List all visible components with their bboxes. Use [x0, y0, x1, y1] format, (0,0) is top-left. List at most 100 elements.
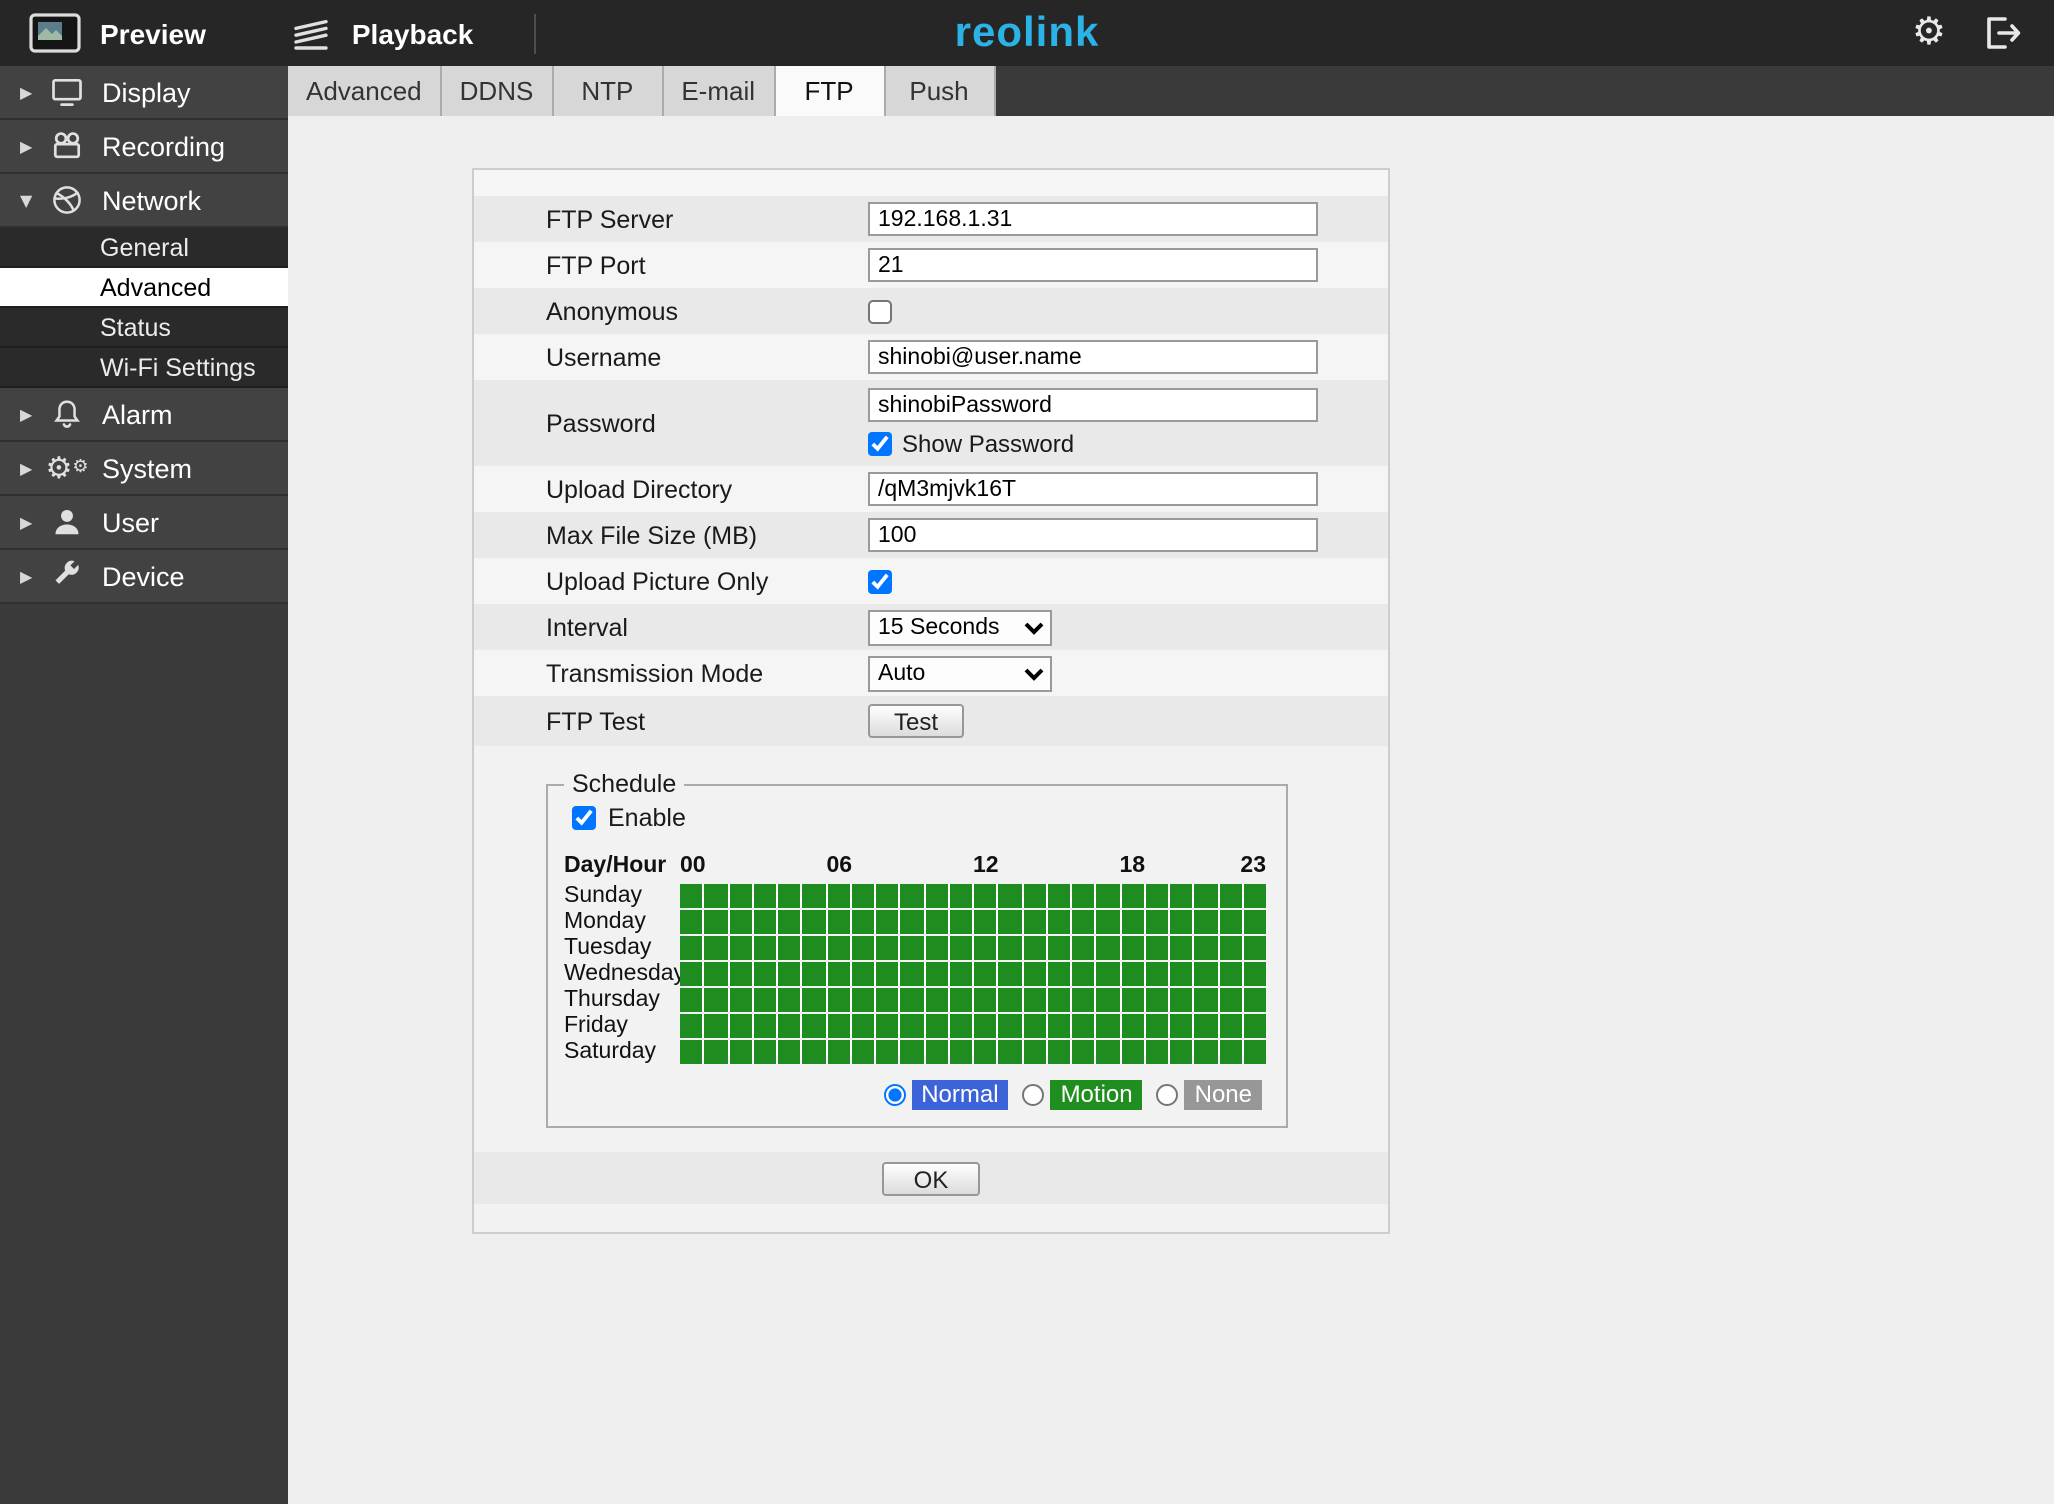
schedule-cell[interactable] [1243, 1014, 1266, 1038]
schedule-cell[interactable] [1219, 936, 1242, 960]
schedule-cell[interactable] [1023, 1014, 1046, 1038]
sidebar-item-alarm[interactable]: ▶ Alarm [0, 388, 288, 442]
schedule-cell[interactable] [1145, 962, 1168, 986]
schedule-cell[interactable] [1219, 910, 1242, 934]
show-password-toggle[interactable]: Show Password [868, 430, 1318, 458]
schedule-cell[interactable] [1096, 1014, 1119, 1038]
schedule-cell[interactable] [1145, 1040, 1168, 1064]
username-input[interactable] [868, 340, 1318, 374]
schedule-cell[interactable] [778, 936, 801, 960]
schedule-cell[interactable] [802, 936, 825, 960]
anonymous-checkbox[interactable] [868, 299, 892, 323]
schedule-cell[interactable] [876, 884, 899, 908]
sidebar-subitem-general[interactable]: General [0, 228, 288, 268]
schedule-cell[interactable] [974, 910, 997, 934]
mode-option-normal[interactable]: Normal [883, 1080, 1009, 1110]
schedule-cell[interactable] [802, 910, 825, 934]
schedule-cell[interactable] [704, 988, 727, 1012]
schedule-cell[interactable] [704, 1040, 727, 1064]
schedule-cell[interactable] [876, 988, 899, 1012]
logout-icon[interactable] [1982, 14, 2022, 52]
schedule-cell[interactable] [876, 1014, 899, 1038]
schedule-cell[interactable] [680, 1040, 703, 1064]
playback-nav-button[interactable]: Playback [290, 13, 473, 53]
schedule-cell[interactable] [778, 1014, 801, 1038]
schedule-cell[interactable] [827, 1014, 850, 1038]
mode-radio[interactable] [1156, 1084, 1179, 1106]
schedule-cell[interactable] [1170, 988, 1193, 1012]
schedule-cell[interactable] [925, 962, 948, 986]
schedule-cell[interactable] [778, 962, 801, 986]
schedule-cell[interactable] [827, 910, 850, 934]
schedule-cell[interactable] [729, 936, 752, 960]
schedule-cell[interactable] [998, 1014, 1021, 1038]
sidebar-item-network[interactable]: ▼ Network [0, 174, 288, 228]
schedule-cell[interactable] [974, 884, 997, 908]
schedule-cell[interactable] [1121, 962, 1144, 986]
schedule-cell[interactable] [1194, 884, 1217, 908]
schedule-cell[interactable] [1219, 988, 1242, 1012]
schedule-cell[interactable] [827, 936, 850, 960]
schedule-cell[interactable] [1121, 1040, 1144, 1064]
schedule-cell[interactable] [876, 962, 899, 986]
schedule-cell[interactable] [1194, 962, 1217, 986]
interval-select[interactable]: 15 Seconds [868, 609, 1052, 645]
schedule-cell[interactable] [1121, 910, 1144, 934]
schedule-enable-checkbox[interactable] [572, 806, 596, 830]
schedule-cell[interactable] [680, 988, 703, 1012]
schedule-cell[interactable] [1194, 988, 1217, 1012]
schedule-cell[interactable] [900, 1040, 923, 1064]
schedule-cell[interactable] [949, 884, 972, 908]
schedule-cell[interactable] [1023, 910, 1046, 934]
schedule-cell[interactable] [753, 988, 776, 1012]
ok-button[interactable]: OK [881, 1161, 981, 1195]
schedule-cell[interactable] [1145, 884, 1168, 908]
schedule-cell[interactable] [827, 962, 850, 986]
schedule-cell[interactable] [851, 910, 874, 934]
schedule-cell[interactable] [974, 962, 997, 986]
schedule-cell[interactable] [753, 1040, 776, 1064]
schedule-cell[interactable] [1072, 962, 1095, 986]
schedule-cell[interactable] [1219, 962, 1242, 986]
gear-icon[interactable]: ⚙ [1912, 13, 1946, 52]
schedule-cell[interactable] [949, 1014, 972, 1038]
schedule-cell[interactable] [851, 1014, 874, 1038]
schedule-cell[interactable] [729, 988, 752, 1012]
schedule-cell[interactable] [851, 988, 874, 1012]
schedule-cell[interactable] [1170, 884, 1193, 908]
schedule-cell[interactable] [1023, 988, 1046, 1012]
schedule-cell[interactable] [998, 910, 1021, 934]
schedule-cell[interactable] [998, 962, 1021, 986]
schedule-cell[interactable] [1072, 1014, 1095, 1038]
ftp-port-input[interactable] [868, 248, 1318, 282]
schedule-cell[interactable] [1072, 988, 1095, 1012]
schedule-cell[interactable] [827, 988, 850, 1012]
schedule-cell[interactable] [900, 936, 923, 960]
schedule-cell[interactable] [925, 936, 948, 960]
schedule-cell[interactable] [974, 936, 997, 960]
schedule-cell[interactable] [680, 936, 703, 960]
schedule-cell[interactable] [802, 988, 825, 1012]
schedule-cell[interactable] [1194, 910, 1217, 934]
schedule-cell[interactable] [1023, 1040, 1046, 1064]
schedule-cell[interactable] [1047, 936, 1070, 960]
schedule-cell[interactable] [680, 884, 703, 908]
schedule-cell[interactable] [1170, 962, 1193, 986]
schedule-cell[interactable] [680, 1014, 703, 1038]
schedule-cell[interactable] [925, 884, 948, 908]
tab-ftp[interactable]: FTP [775, 66, 886, 116]
sidebar-subitem-status[interactable]: Status [0, 308, 288, 348]
schedule-cell[interactable] [900, 884, 923, 908]
schedule-cell[interactable] [778, 988, 801, 1012]
schedule-cell[interactable] [753, 1014, 776, 1038]
schedule-cell[interactable] [949, 910, 972, 934]
password-input[interactable] [868, 388, 1318, 422]
schedule-cell[interactable] [1170, 1040, 1193, 1064]
schedule-cell[interactable] [1023, 884, 1046, 908]
schedule-cell[interactable] [1072, 936, 1095, 960]
schedule-cell[interactable] [1170, 1014, 1193, 1038]
schedule-cell[interactable] [925, 1014, 948, 1038]
schedule-enable-toggle[interactable]: Enable [572, 804, 1266, 832]
schedule-cell[interactable] [1219, 1014, 1242, 1038]
schedule-cell[interactable] [1096, 962, 1119, 986]
